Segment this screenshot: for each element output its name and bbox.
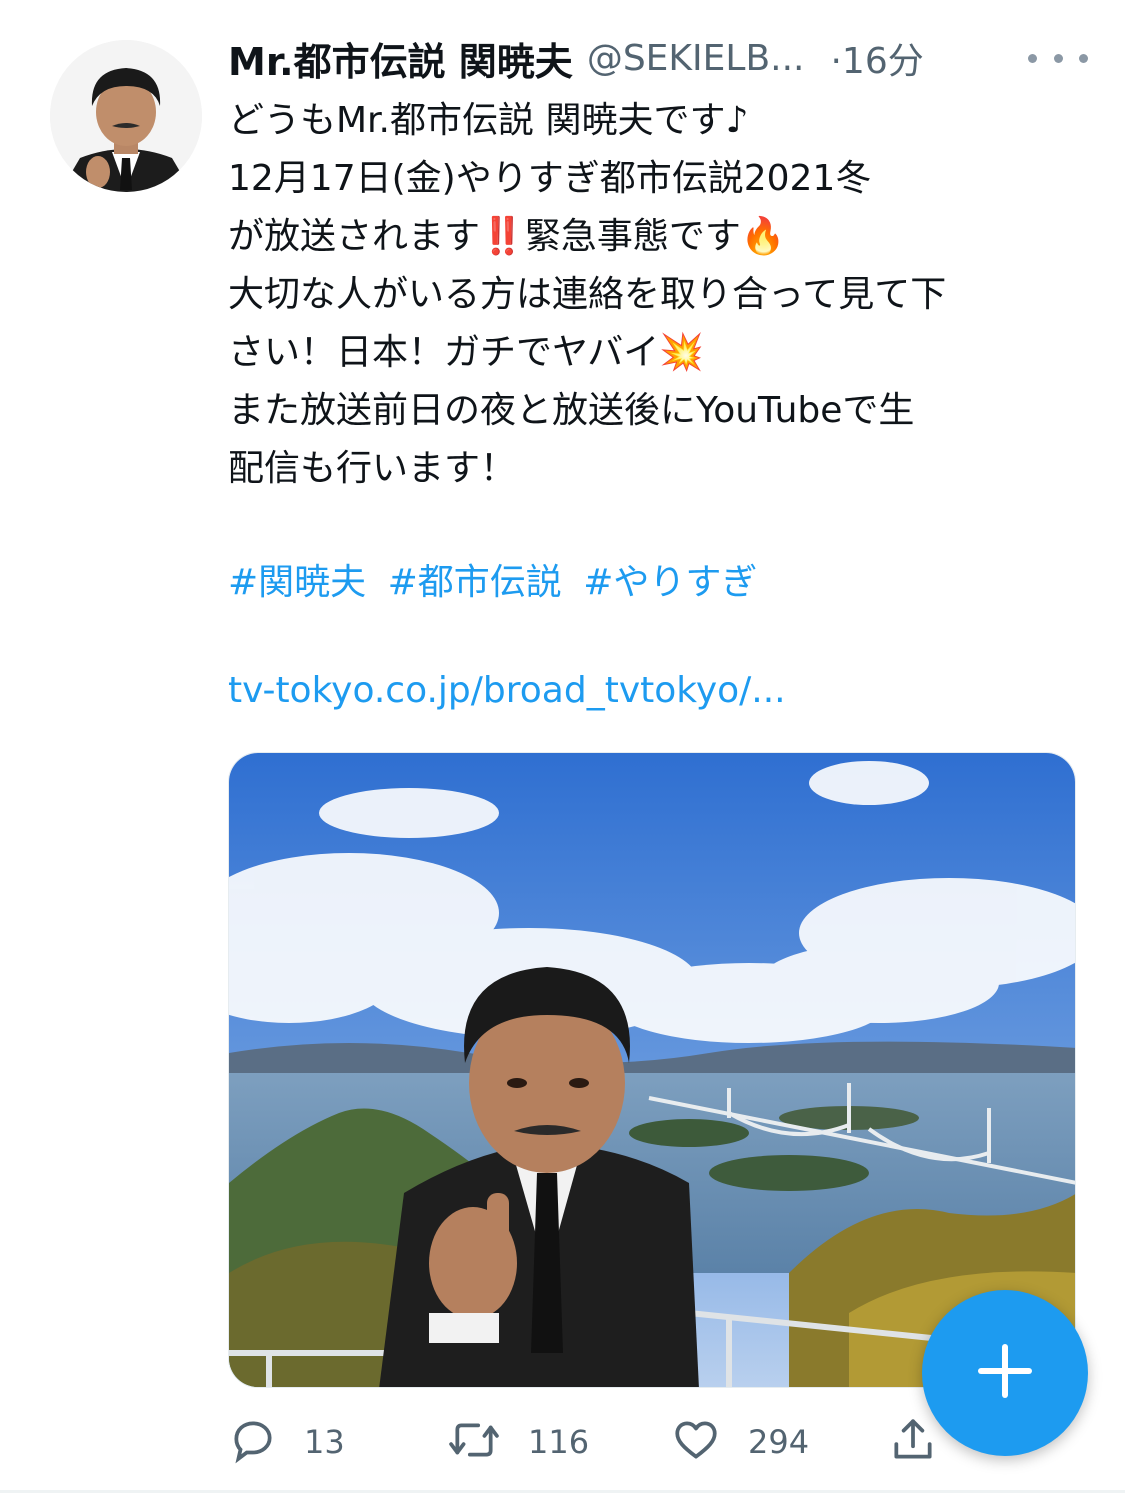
hashtag-link[interactable]: #関暁夫	[228, 562, 366, 603]
plus-icon	[975, 1341, 1035, 1405]
timestamp[interactable]: ·16分	[830, 32, 923, 84]
tweet-header: Mr.都市伝説 関暁夫 @SEKIELB... ·16分	[228, 30, 1088, 86]
reply-count: 13	[304, 1423, 345, 1461]
share-button[interactable]	[888, 1410, 938, 1474]
ellipsis-icon[interactable]	[1028, 38, 1088, 78]
like-count: 294	[748, 1423, 810, 1461]
reply-button[interactable]: 13	[228, 1410, 345, 1474]
compose-tweet-button[interactable]	[922, 1290, 1088, 1456]
tweet-photo[interactable]	[228, 752, 1076, 1388]
share-upload-icon	[888, 1415, 938, 1469]
retweet-count: 116	[528, 1423, 590, 1461]
tweet-action-bar: 13 116 294	[228, 1410, 988, 1474]
display-name[interactable]: Mr.都市伝説 関暁夫	[228, 31, 573, 86]
external-link[interactable]: tv-tokyo.co.jp/broad_tvtokyo/...	[228, 670, 786, 711]
retweet-arrows-icon	[446, 1415, 502, 1469]
hashtag-link[interactable]: #都市伝説	[388, 562, 562, 603]
tweet-text: どうもMr.都市伝説 関暁夫です♪ 12月17日(金)やりすぎ都市伝説2021冬…	[228, 100, 947, 489]
hashtag-link[interactable]: #やりすぎ	[583, 562, 757, 603]
avatar[interactable]	[50, 40, 202, 192]
retweet-button[interactable]: 116	[446, 1410, 589, 1474]
user-handle[interactable]: @SEKIELB...	[587, 38, 805, 79]
heart-icon	[670, 1415, 722, 1469]
like-button[interactable]: 294	[670, 1410, 809, 1474]
hashtag-list: #関暁夫 #都市伝説 #やりすぎ	[228, 553, 767, 605]
speech-bubble-icon	[228, 1415, 278, 1469]
